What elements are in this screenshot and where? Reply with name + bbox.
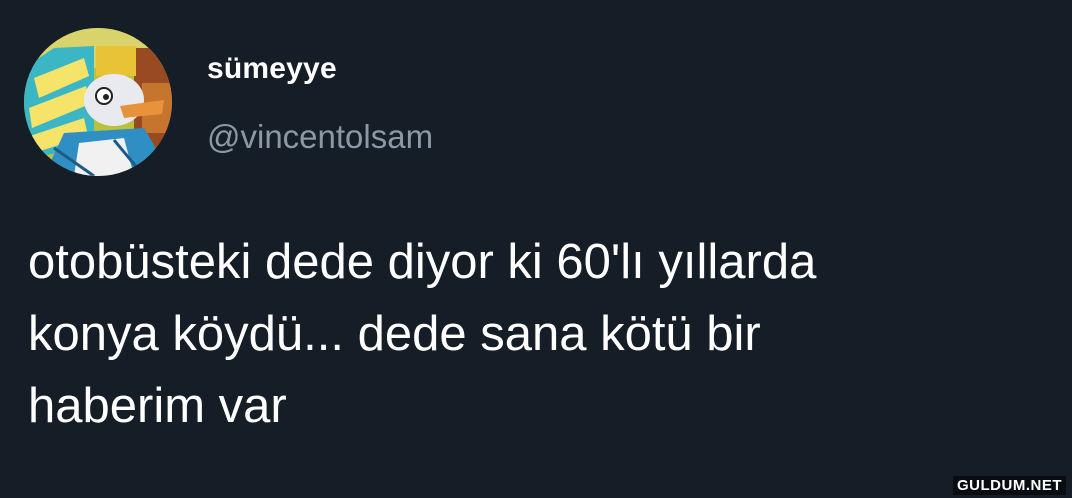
avatar[interactable] [24, 28, 172, 176]
cartoon-character-avatar-icon [24, 28, 172, 176]
tweet-text-line: otobüsteki dede diyor ki 60'lı yıllarda [28, 235, 817, 289]
watermark: GULDUM.NET [953, 476, 1066, 495]
tweet-card: sümeyye @vincentolsam otobüsteki dede di… [0, 0, 1072, 498]
user-handle[interactable]: @vincentolsam [207, 118, 433, 156]
tweet-text-line: haberim var [28, 379, 287, 433]
display-name[interactable]: sümeyye [207, 52, 337, 86]
tweet-text: otobüsteki dede diyor ki 60'lı yıllarda … [28, 226, 1058, 442]
tweet-text-line: konya köydü... dede sana kötü bir [28, 307, 761, 361]
